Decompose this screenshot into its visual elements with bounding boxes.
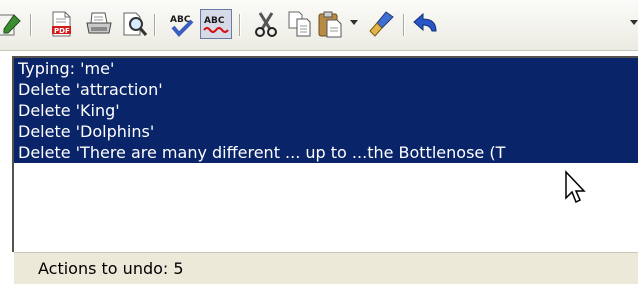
svg-text:PDF: PDF (54, 27, 70, 35)
autospellcheck-icon[interactable]: ABC (200, 9, 232, 39)
undo-list-item[interactable]: Delete 'Dolphins' (14, 121, 638, 142)
pencil-icon[interactable] (0, 9, 24, 39)
print-icon[interactable] (83, 9, 115, 39)
toolbar-separator (154, 14, 156, 36)
undo-dropdown-arrow[interactable] (630, 20, 638, 25)
toolbar-separator (239, 14, 241, 36)
cut-icon[interactable] (250, 9, 282, 39)
toolbar-separator (403, 14, 405, 36)
clone-formatting-icon[interactable] (366, 9, 398, 39)
toolbar-separator (30, 14, 32, 36)
pdf-export-icon[interactable]: PDF (45, 9, 77, 39)
spellcheck-icon[interactable]: ABC (166, 9, 198, 39)
undo-history-list[interactable]: Typing: 'me' Delete 'attraction' Delete … (14, 58, 638, 163)
undo-dropdown-screen: PDF ABC ABC Typing: 'me' Delete 'attract… (0, 0, 638, 284)
undo-status-bar: Actions to undo: 5 (14, 252, 638, 284)
undo-list-item[interactable]: Delete 'There are many different ... up … (14, 142, 638, 163)
paste-dropdown-arrow[interactable] (350, 20, 358, 25)
undo-list-item[interactable]: Typing: 'me' (14, 58, 638, 79)
svg-text:ABC: ABC (204, 16, 225, 26)
undo-list-item[interactable]: Delete 'King' (14, 100, 638, 121)
copy-icon[interactable] (284, 9, 316, 39)
undo-list-item[interactable]: Delete 'attraction' (14, 79, 638, 100)
print-preview-icon[interactable] (118, 9, 150, 39)
standard-toolbar: PDF ABC ABC (0, 0, 638, 51)
undo-icon[interactable] (410, 9, 442, 39)
actions-to-undo-label: Actions to undo: 5 (38, 259, 184, 278)
paste-icon[interactable] (315, 9, 347, 39)
undo-history-panel: Typing: 'me' Delete 'attraction' Delete … (12, 56, 638, 252)
mouse-pointer-icon (564, 170, 588, 210)
